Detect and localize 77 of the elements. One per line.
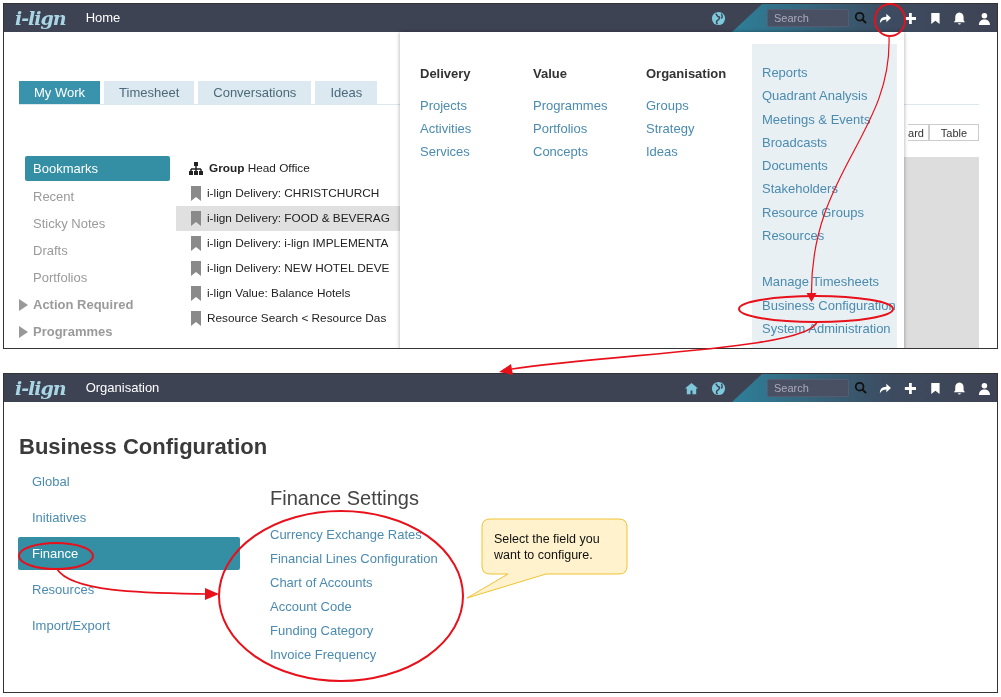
tab[interactable]: Conversations xyxy=(198,81,312,104)
page-heading: Home xyxy=(85,9,121,28)
search-icon[interactable] xyxy=(854,381,868,395)
menu-link[interactable]: Broadcasts xyxy=(762,130,897,155)
view-toggle-button[interactable]: Table xyxy=(929,124,979,141)
sidebar-item[interactable]: Import/Export xyxy=(18,609,240,642)
user-icon[interactable] xyxy=(977,10,992,26)
bookmark-icon xyxy=(190,236,202,251)
page-heading: Organisation xyxy=(85,379,160,398)
menu-link[interactable]: Programmes xyxy=(533,93,646,117)
menu-link[interactable]: Quadrant Analysis xyxy=(762,84,897,108)
tab[interactable]: Timesheet xyxy=(104,81,195,104)
sidebar-item[interactable]: Sticky Notes xyxy=(18,210,170,237)
menu-link[interactable]: Strategy xyxy=(646,116,746,140)
bookmark-item[interactable]: i-lign Delivery: NEW HOTEL DEVE xyxy=(176,256,402,281)
menu-link[interactable]: Ideas xyxy=(646,139,746,163)
settings-link[interactable]: Account Code xyxy=(270,595,438,619)
menu-heading: Delivery xyxy=(420,65,472,83)
bookmark-item[interactable]: Group Head Office xyxy=(176,156,402,181)
bookmark-item[interactable]: i-lign Delivery: FOOD & BEVERAG xyxy=(176,206,402,231)
app-logo[interactable]: i-lign xyxy=(15,4,66,33)
menu-heading: Organisation xyxy=(646,65,728,83)
bookmark-item[interactable]: i-lign Delivery: CHRISTCHURCH xyxy=(176,181,402,206)
settings-link[interactable]: Chart of Accounts xyxy=(270,571,438,595)
bookmark-icon xyxy=(190,286,202,301)
settings-link[interactable]: Funding Category xyxy=(270,619,438,643)
app-logo[interactable]: i-lign xyxy=(15,374,66,403)
sidebar-item[interactable]: Recent xyxy=(18,183,170,210)
menu-link[interactable]: Concepts xyxy=(533,139,646,163)
sidebar-item[interactable]: Programmes xyxy=(18,318,170,345)
search-icon[interactable] xyxy=(854,11,868,25)
menu-link[interactable]: Groups xyxy=(646,93,746,117)
menu-link[interactable]: Projects xyxy=(420,93,533,117)
menu-link[interactable]: Portfolios xyxy=(533,116,646,140)
plus-icon[interactable] xyxy=(902,380,918,396)
settings-link[interactable]: Invoice Frequency xyxy=(270,643,438,667)
search-field[interactable]: Search xyxy=(767,379,849,397)
sidebar-item[interactable]: Bookmarks xyxy=(25,156,170,181)
page-title: Business Configuration xyxy=(19,433,269,461)
section-title: Finance Settings xyxy=(270,486,420,511)
callout-text: Select the field you want to configure. xyxy=(494,531,601,563)
tab[interactable]: Ideas xyxy=(315,81,378,104)
sidebar-item[interactable]: Finance xyxy=(18,537,240,570)
bookmark-item[interactable]: i-lign Value: Balance Hotels xyxy=(176,281,402,306)
menu-link[interactable]: Reports xyxy=(762,61,897,85)
caret-icon[interactable] xyxy=(18,325,28,338)
highlight-circle xyxy=(874,3,906,37)
sidebar-item[interactable]: Initiatives xyxy=(18,501,240,534)
sidebar-item[interactable]: Action Required xyxy=(18,291,170,318)
settings-link[interactable]: Financial Lines Configuration xyxy=(270,547,438,571)
bookmark-icon xyxy=(190,186,202,201)
menu-link[interactable]: Documents xyxy=(762,154,897,178)
menu-link[interactable]: Manage Timesheets xyxy=(762,270,897,294)
user-icon[interactable] xyxy=(977,380,992,396)
view-toggle-button[interactable]: ard xyxy=(908,124,929,141)
sidebar-item[interactable]: Portfolios xyxy=(18,264,170,291)
search-field[interactable]: Search xyxy=(767,9,849,27)
menu-link[interactable]: Services xyxy=(420,139,533,163)
bookmark-item[interactable]: Resource Search < Resource Das xyxy=(176,306,402,331)
org-chart-icon xyxy=(188,161,204,176)
caret-icon[interactable] xyxy=(18,298,28,311)
bookmark-item[interactable]: i-lign Delivery: i-lign IMPLEMENTA xyxy=(176,231,402,256)
home-icon[interactable] xyxy=(684,380,699,396)
sidebar-item[interactable]: Drafts xyxy=(18,237,170,264)
bookmark-icon xyxy=(190,311,202,326)
bookmark-icon xyxy=(190,211,202,226)
menu-link[interactable]: Activities xyxy=(420,116,533,140)
sidebar-item[interactable]: Resources xyxy=(18,573,240,606)
sidebar-item[interactable]: Global xyxy=(18,465,240,498)
globe-icon[interactable] xyxy=(711,380,726,396)
settings-link[interactable]: Currency Exchange Rates xyxy=(270,523,438,547)
menu-heading: Value xyxy=(533,65,568,83)
menu-link[interactable]: Meetings & Events xyxy=(762,107,897,131)
tab[interactable]: My Work xyxy=(19,81,101,104)
globe-icon[interactable] xyxy=(711,10,726,26)
bookmark-icon xyxy=(190,261,202,276)
menu-link[interactable]: System Administration xyxy=(762,316,897,341)
